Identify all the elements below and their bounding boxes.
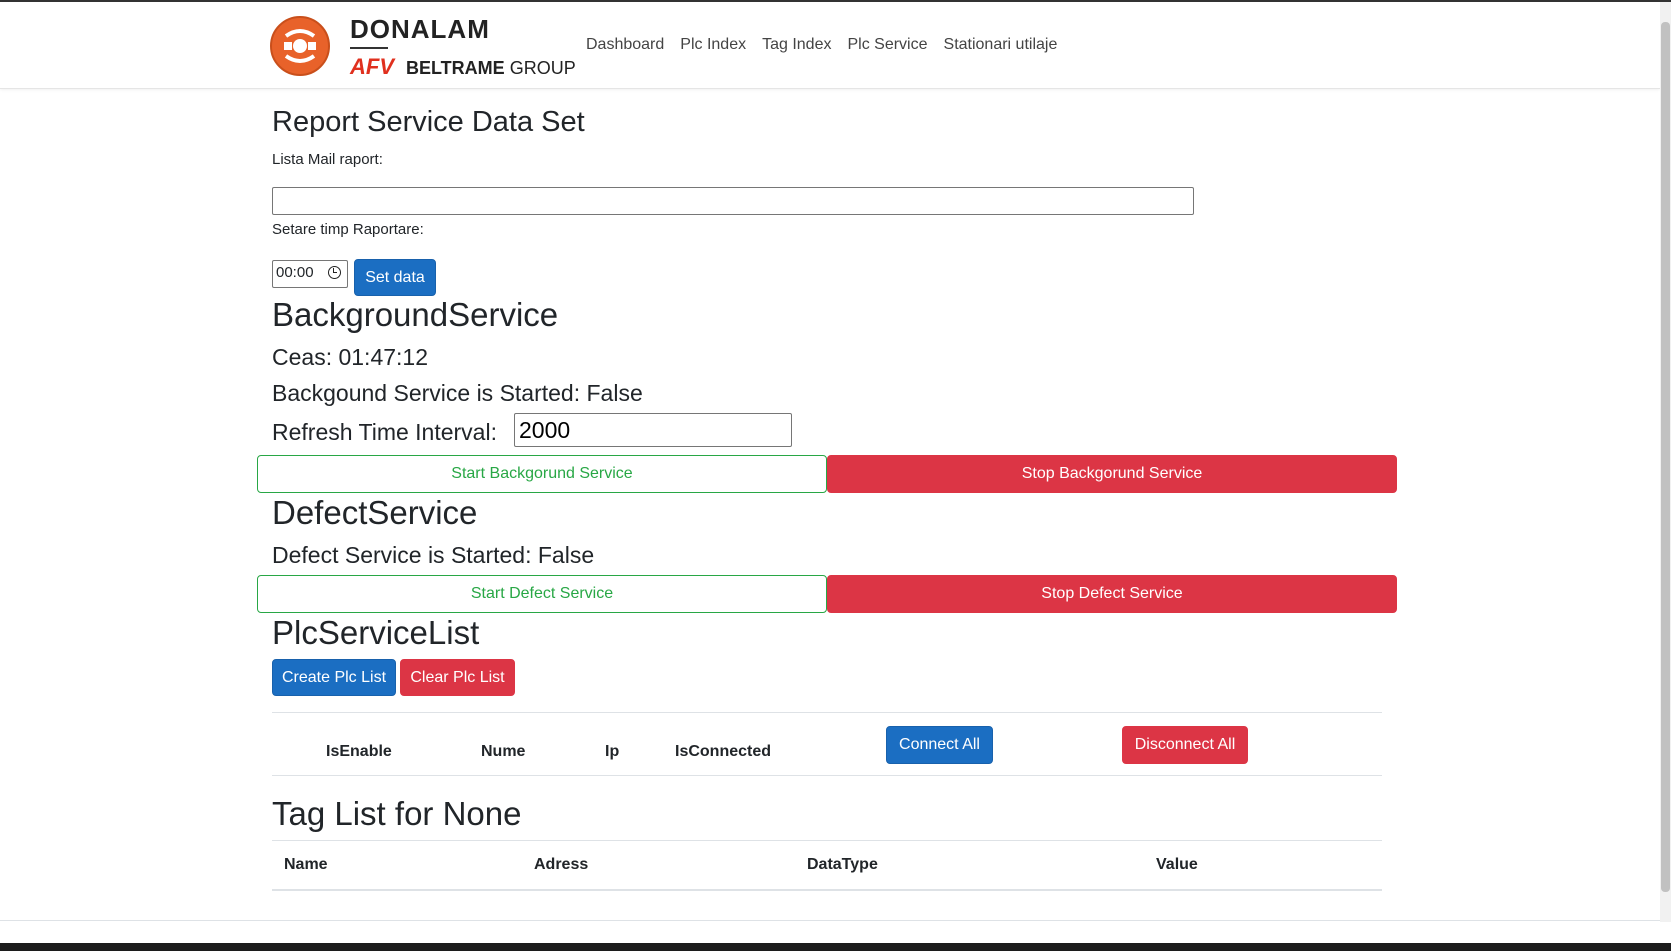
plc-service-list-title: PlcServiceList [272,614,480,651]
nav-link-tag-index[interactable]: Tag Index [762,36,831,54]
create-plc-list-button[interactable]: Create Plc List [272,659,396,696]
brand-divider [350,47,388,49]
os-taskbar [0,943,1671,951]
plc-col-nume: Nume [481,743,526,760]
group-text: GROUP [509,58,576,78]
report-time-input[interactable]: 00:00 [272,260,348,288]
scrollbar-thumb[interactable] [1661,22,1670,892]
clock-readout: Ceas: 01:47:12 [272,344,429,370]
report-title: Report Service Data Set [272,106,585,138]
clock-icon[interactable] [328,266,341,279]
navbar: DONALAM AFV BELTRAME GROUP Dashboard Plc … [0,2,1660,89]
plc-col-isenable: IsEnable [326,743,392,760]
tag-col-datatype: DataType [807,856,878,873]
refresh-interval-label: Refresh Time Interval: [272,419,497,445]
mail-list-input[interactable] [272,187,1194,215]
tag-col-name: Name [284,856,328,873]
brand-subtitle: AFV BELTRAME GROUP [350,54,576,80]
nav-link-plc-index[interactable]: Plc Index [680,36,746,54]
plc-col-ip: Ip [605,743,620,760]
tag-list-title: Tag List for None [272,795,522,832]
brand-name: DONALAM [350,14,490,44]
report-time-label: Setare timp Raportare: [272,221,424,238]
tag-table-bottom-border [272,889,1382,891]
nav-link-plc-service[interactable]: Plc Service [847,36,927,54]
plc-col-isconnected: IsConnected [675,743,772,760]
brand-logo-link[interactable]: DONALAM AFV BELTRAME GROUP [270,14,576,79]
stop-background-service-button[interactable]: Stop Backgorund Service [827,455,1397,493]
defect-status: Defect Service is Started: False [272,542,595,568]
defect-service-title: DefectService [272,494,478,531]
footer-border [0,920,1660,921]
nav-link-stationari-utilaje[interactable]: Stationari utilaje [944,36,1058,54]
start-background-service-button[interactable]: Start Backgorund Service [257,455,827,493]
main-nav: Dashboard Plc Index Tag Index Plc Servic… [586,36,1057,54]
background-status: Backgound Service is Started: False [272,380,643,406]
report-time-value: 00:00 [276,264,314,281]
tag-col-adress: Adress [534,856,589,873]
plc-table-top-border [272,712,1382,713]
page-scrollbar[interactable] [1660,2,1671,922]
beltrame-text: BELTRAME [406,58,505,78]
mail-list-label: Lista Mail raport: [272,151,383,168]
donalam-logo-icon [270,16,330,76]
afv-logo-text: AFV [350,54,394,79]
start-defect-service-button[interactable]: Start Defect Service [257,575,827,613]
plc-table-bottom-border [272,775,1382,776]
set-data-button[interactable]: Set data [354,259,436,296]
stop-defect-service-button[interactable]: Stop Defect Service [827,575,1397,613]
background-service-title: BackgroundService [272,296,559,333]
nav-link-dashboard[interactable]: Dashboard [586,36,664,54]
clear-plc-list-button[interactable]: Clear Plc List [400,659,515,696]
connect-all-button[interactable]: Connect All [886,726,993,764]
disconnect-all-button[interactable]: Disconnect All [1122,726,1248,764]
refresh-interval-input[interactable] [514,413,792,447]
tag-table-top-border [272,840,1382,841]
tag-col-value: Value [1156,856,1198,873]
